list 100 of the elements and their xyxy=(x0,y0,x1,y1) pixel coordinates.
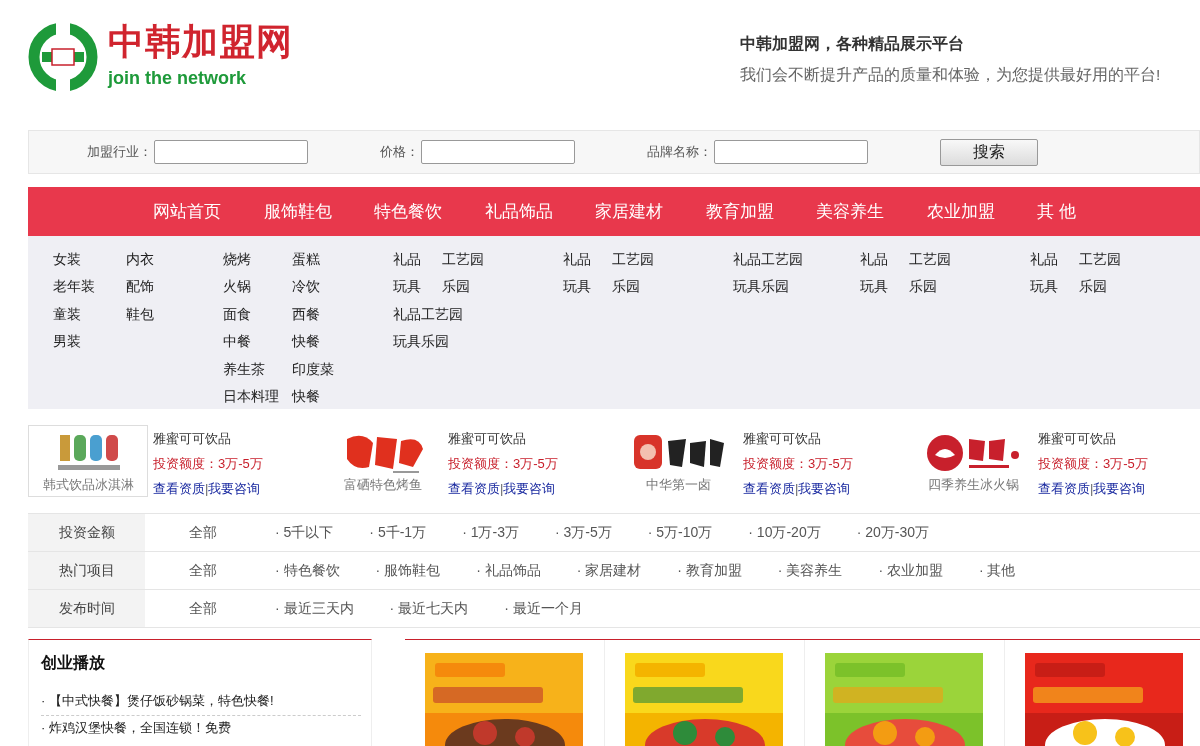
nav-link[interactable]: 服饰鞋包 xyxy=(263,200,374,223)
filter-option[interactable]: · 5千以下 xyxy=(275,523,334,542)
logo-icon xyxy=(28,22,98,92)
submenu-link[interactable]: 礼品 xyxy=(562,250,612,269)
submenu-link[interactable]: 火锅 xyxy=(222,278,292,297)
submenu-link[interactable]: 乐园 xyxy=(909,278,959,297)
filter-option[interactable]: · 美容养生 xyxy=(777,561,843,580)
filter-option[interactable]: · 3万-5万 xyxy=(554,523,612,542)
nav-link[interactable]: 特色餐饮 xyxy=(374,200,485,223)
submenu-link[interactable]: 礼品 xyxy=(860,250,910,269)
submenu-link[interactable]: 中餐 xyxy=(222,333,292,352)
investment-amount: 投资额度：3万-5万 xyxy=(743,455,853,473)
submenu-link[interactable]: 工艺园 xyxy=(909,250,959,269)
submenu-link[interactable]: 印度菜 xyxy=(291,360,341,379)
submenu-link[interactable]: 乐园 xyxy=(1079,278,1129,297)
submenu-link[interactable]: 日本料理 xyxy=(222,388,292,407)
brand-link[interactable]: 查看资质 xyxy=(743,476,795,501)
filter-label: 投资金额 xyxy=(28,514,145,551)
tagline-text: 我们会不断提升产品的质量和体验，为您提供最好用的平台! xyxy=(740,65,1162,85)
brand-name: 雅蜜可可饮品 xyxy=(153,430,232,448)
site-logo-slogan: join the network xyxy=(108,67,247,89)
brand-link[interactable]: 查看资质 xyxy=(153,476,205,501)
submenu-link[interactable]: 男装 xyxy=(53,333,126,352)
submenu-link[interactable]: 养生茶 xyxy=(222,360,292,379)
nav-link[interactable]: 美容养生 xyxy=(816,200,927,223)
brand-link[interactable]: 我要咨询 xyxy=(1093,476,1146,501)
filter-option[interactable]: · 最近一个月 xyxy=(504,599,583,618)
brand-link[interactable]: 查看资质 xyxy=(1038,476,1090,501)
input-field[interactable] xyxy=(421,140,575,164)
submenu-link[interactable]: 童装 xyxy=(53,305,126,324)
filter-option[interactable]: · 家居建材 xyxy=(576,561,642,580)
tagline-title: 中韩加盟网，各种精品展示平台 xyxy=(740,34,965,54)
submenu-link[interactable]: 工艺园 xyxy=(1079,250,1129,269)
submenu-link[interactable]: 配饰 xyxy=(126,278,175,297)
filter-label: 热门项目 xyxy=(28,552,145,589)
submenu-link[interactable]: 玩具 xyxy=(860,278,910,297)
filter-label: 发布时间 xyxy=(28,590,145,627)
brand-link[interactable]: 我要咨询 xyxy=(503,476,556,501)
nav-link[interactable]: 网站首页 xyxy=(153,200,264,223)
submenu-link[interactable]: 快餐 xyxy=(291,333,341,352)
submenu-link[interactable]: 玩具 xyxy=(562,278,612,297)
submenu-link[interactable]: 冷饮 xyxy=(291,278,341,297)
submenu-link[interactable]: 礼品 xyxy=(1030,250,1080,269)
filter-option[interactable]: · 教育加盟 xyxy=(677,561,742,580)
submenu-link[interactable]: 女装 xyxy=(53,250,126,269)
brand-link[interactable]: 查看资质 xyxy=(448,476,500,501)
submenu-link[interactable]: 工艺园 xyxy=(441,250,491,269)
filter-option[interactable]: · 其他 xyxy=(978,561,1016,580)
submenu-link[interactable]: 快餐 xyxy=(291,388,341,407)
nav-link[interactable]: 农业加盟 xyxy=(926,200,1037,223)
submenu-link[interactable]: 西餐 xyxy=(291,305,341,324)
brand-caption: 韩式饮品冰淇淋 xyxy=(42,477,134,493)
submenu-link[interactable]: 玩具乐园 xyxy=(392,333,449,352)
submenu-link[interactable]: 面食 xyxy=(222,305,292,324)
filter-option[interactable]: · 5万-10万 xyxy=(647,523,713,542)
filter-option[interactable]: · 10万-20万 xyxy=(748,523,821,542)
submenu-link[interactable]: 鞋包 xyxy=(126,305,175,324)
submenu-link[interactable]: 内衣 xyxy=(126,250,175,269)
submenu-link[interactable]: 工艺园 xyxy=(611,250,661,269)
brand-caption: 四季养生冰火锅 xyxy=(927,477,1019,493)
submenu-link[interactable]: 玩具 xyxy=(1030,278,1080,297)
filter-option[interactable]: · 20万-30万 xyxy=(856,523,930,542)
submenu-link[interactable]: 礼品工艺园 xyxy=(732,250,803,269)
field-label: 品牌名称： xyxy=(647,143,712,161)
field-label: 加盟行业： xyxy=(87,143,152,161)
filter-option[interactable]: 全部 xyxy=(189,599,217,618)
input-field[interactable] xyxy=(154,140,308,164)
filter-option[interactable]: · 服饰鞋包 xyxy=(375,561,441,580)
submenu-link[interactable]: 乐园 xyxy=(441,278,491,297)
filter-option[interactable]: · 礼品饰品 xyxy=(476,561,541,580)
link-separator: | xyxy=(205,480,209,498)
filter-option[interactable]: 全部 xyxy=(189,523,217,542)
nav-link[interactable]: 其 他 xyxy=(1037,200,1148,223)
filter-option[interactable]: · 农业加盟 xyxy=(878,561,943,580)
nav-link[interactable]: 教育加盟 xyxy=(705,200,816,223)
submenu-link[interactable]: 老年装 xyxy=(53,278,126,297)
filter-option[interactable]: · 5千-1万 xyxy=(369,523,427,542)
filter-option[interactable]: · 1万-3万 xyxy=(462,523,519,542)
news-link[interactable]: · 【中式快餐】煲仔饭砂锅菜，特色快餐! xyxy=(41,688,361,716)
brand-link[interactable]: 我要咨询 xyxy=(208,476,261,501)
brand-link[interactable]: 我要咨询 xyxy=(798,476,851,501)
submenu-link[interactable]: 礼品工艺园 xyxy=(392,305,463,324)
news-link[interactable]: · 炸鸡汉堡快餐，全国连锁！免费 xyxy=(41,716,361,741)
submenu-link[interactable]: 乐园 xyxy=(611,278,661,297)
filter-option[interactable]: · 特色餐饮 xyxy=(275,561,340,580)
brand-caption: 富硒特色烤鱼 xyxy=(344,477,422,493)
input-field[interactable] xyxy=(714,140,868,164)
nav-link[interactable]: 家居建材 xyxy=(595,200,706,223)
filter-option[interactable]: 全部 xyxy=(189,561,217,580)
submenu-link[interactable]: 玩具乐园 xyxy=(732,278,789,297)
submenu-link[interactable]: 蛋糕 xyxy=(291,250,341,269)
search-button[interactable]: 搜索 xyxy=(940,138,1038,166)
brand-name: 雅蜜可可饮品 xyxy=(448,430,527,448)
filter-option[interactable]: · 最近七天内 xyxy=(389,599,469,618)
submenu-link[interactable]: 烧烤 xyxy=(222,250,292,269)
filter-option[interactable]: · 最近三天内 xyxy=(275,599,354,618)
submenu-link[interactable]: 玩具 xyxy=(392,278,442,297)
nav-link[interactable]: 礼品饰品 xyxy=(484,200,595,223)
link-separator: | xyxy=(1090,480,1094,498)
submenu-link[interactable]: 礼品 xyxy=(392,250,442,269)
